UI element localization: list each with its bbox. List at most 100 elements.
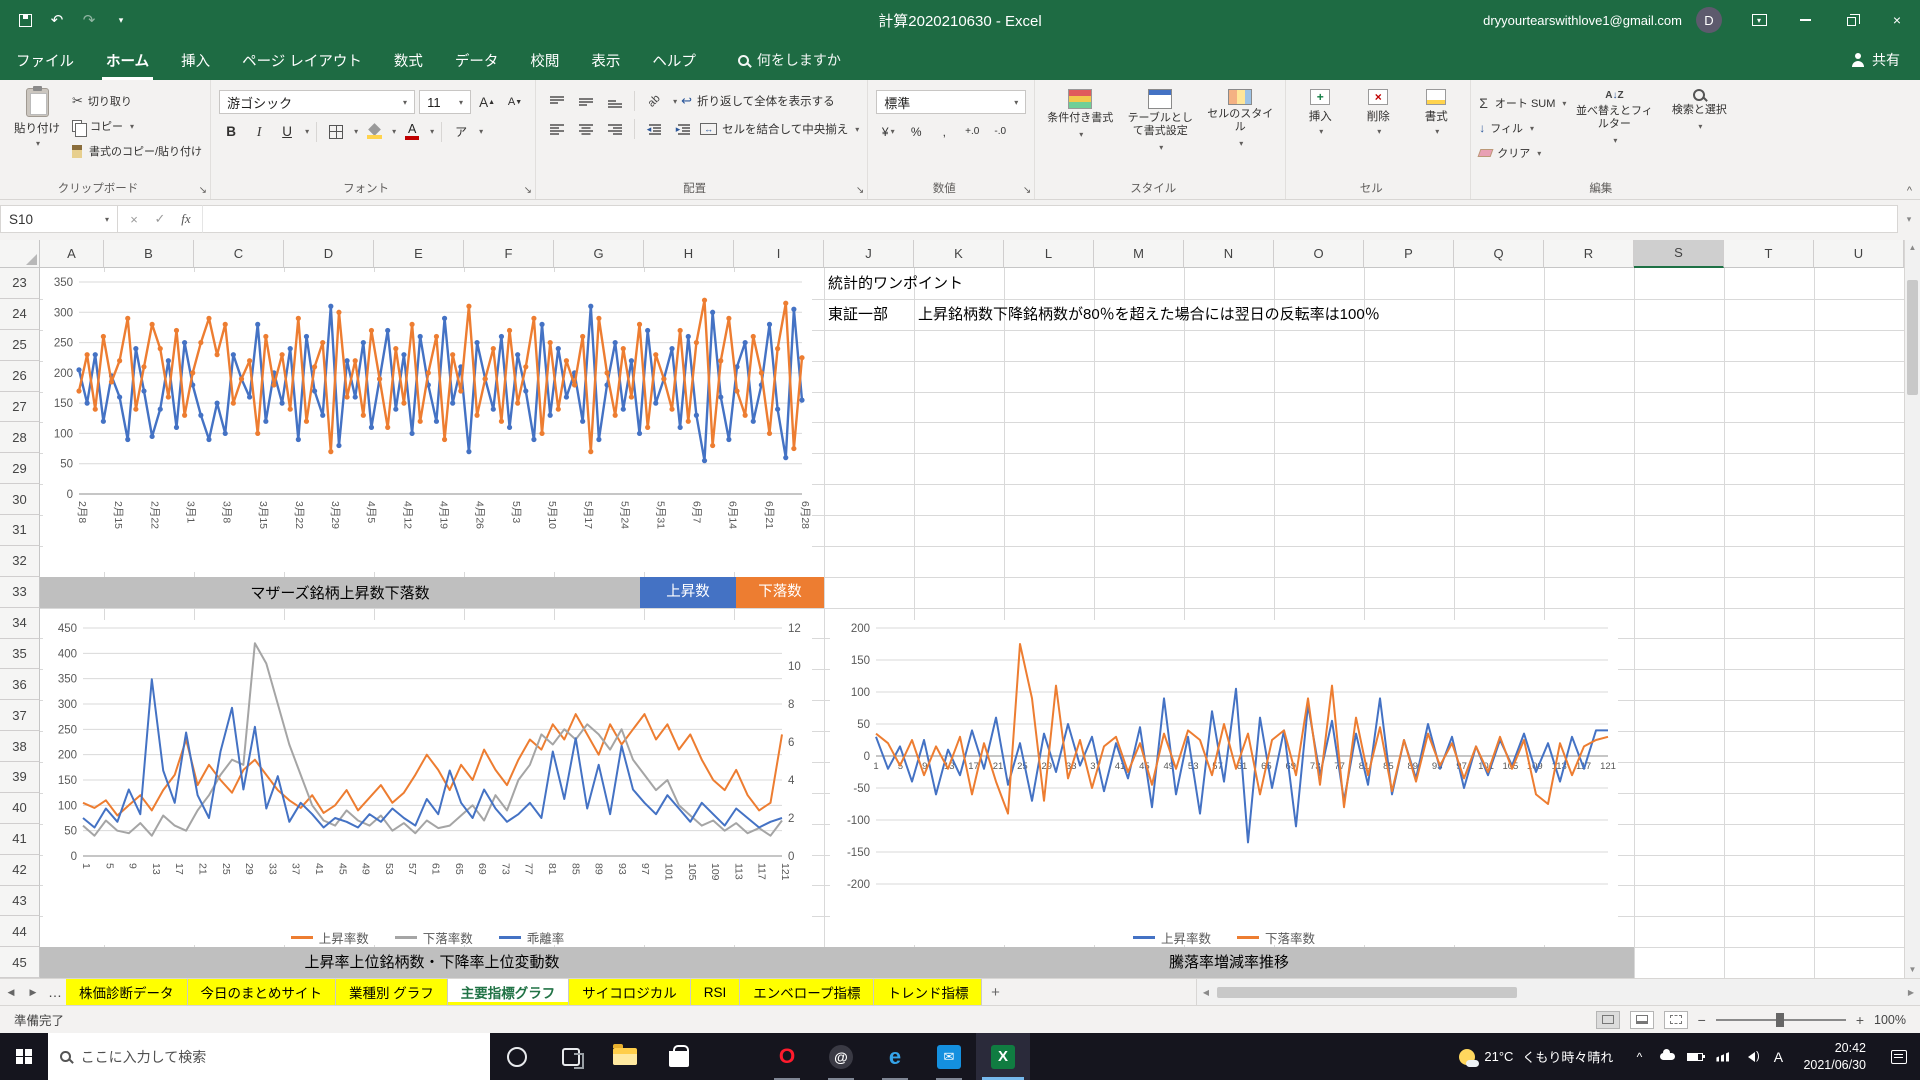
percent-style-button[interactable]: % xyxy=(904,120,928,143)
ribbon-tab-0[interactable]: ファイル xyxy=(0,40,90,80)
row-header-40[interactable]: 40 xyxy=(0,793,40,824)
horizontal-scrollbar[interactable]: ◀ ▶ xyxy=(1196,979,1920,1005)
collapse-ribbon-button[interactable]: ^ xyxy=(1907,185,1912,197)
align-middle-button[interactable] xyxy=(573,90,598,112)
sheet-nav-left-button[interactable]: ◀ xyxy=(0,979,22,1005)
action-center-button[interactable] xyxy=(1878,1050,1920,1064)
column-header-P[interactable]: P xyxy=(1364,240,1454,268)
clear-button[interactable]: クリア▾ xyxy=(1479,143,1566,163)
close-button[interactable]: × xyxy=(1874,0,1920,40)
format-as-table-button[interactable]: テーブルとして書式設定 ▾ xyxy=(1123,85,1197,154)
onedrive-icon[interactable] xyxy=(1653,1053,1681,1060)
bold-button[interactable]: B xyxy=(219,120,243,143)
number-format-combo[interactable]: 標準▾ xyxy=(876,90,1026,114)
battery-icon[interactable] xyxy=(1681,1053,1709,1061)
zoom-level[interactable]: 100% xyxy=(1874,1013,1906,1027)
share-button[interactable]: 共有 xyxy=(1851,50,1900,70)
italic-button[interactable]: I xyxy=(247,120,271,143)
column-header-N[interactable]: N xyxy=(1184,240,1274,268)
autosum-button[interactable]: Σオート SUM▾ xyxy=(1479,93,1566,113)
taskbar-icon-mail[interactable] xyxy=(706,1033,760,1080)
row-header-24[interactable]: 24 xyxy=(0,299,40,330)
ime-indicator[interactable]: A xyxy=(1765,1049,1791,1065)
row-header-44[interactable]: 44 xyxy=(0,916,40,947)
taskbar-search-input[interactable] xyxy=(81,1049,478,1065)
sheet-nav-right-button[interactable]: ▶ xyxy=(22,979,44,1005)
column-header-L[interactable]: L xyxy=(1004,240,1094,268)
row-header-35[interactable]: 35 xyxy=(0,639,40,670)
currency-format-button[interactable]: ¥▾ xyxy=(876,120,900,143)
font-name-combo[interactable]: 游ゴシック▾ xyxy=(219,90,415,114)
increase-decimal-button[interactable]: +.0 xyxy=(960,120,984,143)
decrease-font-button[interactable]: A▼ xyxy=(503,91,527,114)
row-header-27[interactable]: 27 xyxy=(0,392,40,423)
cell-J23[interactable]: 統計的ワンポイント xyxy=(828,268,963,299)
row-header-38[interactable]: 38 xyxy=(0,731,40,762)
advance-decline-chart[interactable]: -200-150-100-500501001502001591317212529… xyxy=(830,620,1618,945)
restore-button[interactable] xyxy=(1828,0,1874,40)
column-header-Q[interactable]: Q xyxy=(1454,240,1544,268)
mothers-updown-chart[interactable]: 0501001502002503003502月82月152月223月13月83月… xyxy=(43,272,812,572)
sheet-tab-6[interactable]: エンベロープ指標 xyxy=(740,979,874,1005)
underline-button[interactable]: U xyxy=(275,120,299,143)
column-header-T[interactable]: T xyxy=(1724,240,1814,268)
column-header-K[interactable]: K xyxy=(914,240,1004,268)
vertical-scrollbar[interactable]: ▲ ▼ xyxy=(1904,240,1920,978)
row-header-23[interactable]: 23 xyxy=(0,268,40,299)
fill-color-button[interactable] xyxy=(362,120,386,143)
column-header-F[interactable]: F xyxy=(464,240,554,268)
paste-button[interactable]: 貼り付け ▾ xyxy=(8,85,66,148)
row-header-42[interactable]: 42 xyxy=(0,855,40,886)
sheet-tab-7[interactable]: トレンド指標 xyxy=(874,979,982,1005)
zoom-in-button[interactable]: + xyxy=(1856,1012,1864,1028)
volume-icon[interactable] xyxy=(1737,1052,1765,1062)
row-header-45[interactable]: 45 xyxy=(0,947,40,978)
scroll-down-icon[interactable]: ▼ xyxy=(1905,962,1920,978)
clipboard-dialog-launcher[interactable]: ↘ xyxy=(199,186,207,196)
taskbar-search[interactable] xyxy=(48,1033,490,1080)
increase-font-button[interactable]: A▲ xyxy=(475,91,499,114)
row-header-28[interactable]: 28 xyxy=(0,422,40,453)
ribbon-tab-8[interactable]: ヘルプ xyxy=(636,40,712,80)
row-header-31[interactable]: 31 xyxy=(0,515,40,546)
ribbon-tab-2[interactable]: 挿入 xyxy=(165,40,226,80)
merge-center-button[interactable]: ↔セルを結合して中央揃え▾ xyxy=(700,118,859,140)
sheet-tab-overflow[interactable]: … xyxy=(44,979,66,1005)
alignment-dialog-launcher[interactable]: ↘ xyxy=(856,186,864,196)
copy-button[interactable]: コピー▾ xyxy=(72,116,202,136)
column-header-I[interactable]: I xyxy=(734,240,824,268)
borders-button[interactable] xyxy=(324,120,348,143)
zoom-slider[interactable] xyxy=(1716,1019,1846,1021)
column-header-U[interactable]: U xyxy=(1814,240,1904,268)
ribbon-tab-7[interactable]: 表示 xyxy=(575,40,636,80)
sheet-tab-1[interactable]: 今日のまとめサイト xyxy=(188,979,337,1005)
column-header-G[interactable]: G xyxy=(554,240,644,268)
decrease-decimal-button[interactable]: -.0 xyxy=(988,120,1012,143)
row-header-25[interactable]: 25 xyxy=(0,330,40,361)
page-break-view-button[interactable] xyxy=(1664,1011,1688,1029)
column-header-S[interactable]: S xyxy=(1634,240,1724,268)
orientation-button[interactable]: ab xyxy=(642,90,667,112)
cell-styles-button[interactable]: セルのスタイル ▾ xyxy=(1203,85,1277,150)
ribbon-tab-4[interactable]: 数式 xyxy=(378,40,439,80)
row-header-43[interactable]: 43 xyxy=(0,886,40,917)
column-header-C[interactable]: C xyxy=(194,240,284,268)
wrap-text-button[interactable]: ↩折り返して全体を表示する xyxy=(681,90,835,112)
column-header-B[interactable]: B xyxy=(104,240,194,268)
taskbar-icon-excel[interactable]: X xyxy=(976,1033,1030,1080)
scroll-right-icon[interactable]: ▶ xyxy=(1904,988,1918,997)
row-header-33[interactable]: 33 xyxy=(0,577,40,608)
font-size-combo[interactable]: 11▾ xyxy=(419,90,471,114)
row-header-37[interactable]: 37 xyxy=(0,700,40,731)
ribbon-tab-1[interactable]: ホーム xyxy=(90,40,165,80)
align-center-button[interactable] xyxy=(573,118,598,140)
decrease-indent-button[interactable]: ◂ xyxy=(642,118,667,140)
taskbar-icon-opera[interactable]: O xyxy=(760,1033,814,1080)
find-select-button[interactable]: 検索と選択 ▾ xyxy=(1662,85,1736,133)
font-color-button[interactable]: A xyxy=(400,120,424,143)
page-layout-view-button[interactable] xyxy=(1630,1011,1654,1029)
ribbon-display-options-button[interactable]: ▾ xyxy=(1736,0,1782,40)
column-header-M[interactable]: M xyxy=(1094,240,1184,268)
account-email[interactable]: dryyourtearswithlove1@gmail.com xyxy=(1483,13,1682,28)
delete-cells-button[interactable]: ×削除▾ xyxy=(1352,85,1404,136)
